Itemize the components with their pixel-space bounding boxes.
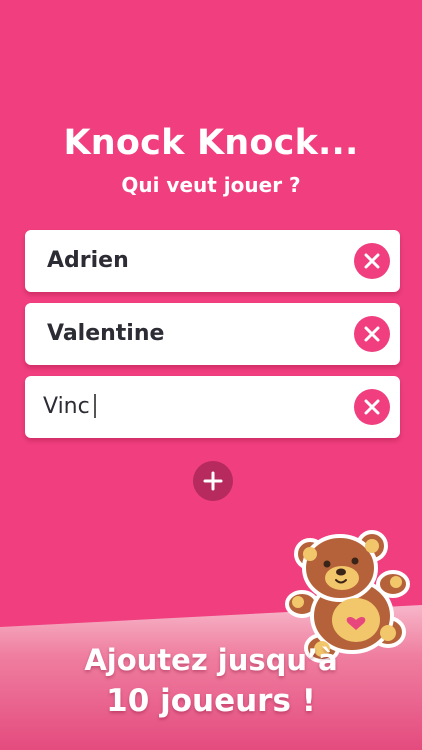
player-name-input-value[interactable]: Vinc (43, 394, 90, 419)
footer-line-1: Ajoutez jusqu’à (84, 643, 338, 677)
page-title: Knock Knock... (63, 123, 359, 163)
remove-player-button[interactable] (354, 316, 390, 352)
page-subtitle: Qui veut jouer ? (121, 173, 301, 197)
remove-player-button[interactable] (354, 243, 390, 279)
header: Knock Knock... Qui veut jouer ? (0, 118, 422, 200)
player-card: Valentine (25, 303, 400, 365)
close-icon (364, 253, 380, 269)
close-icon (364, 399, 380, 415)
footer-line-2: 10 joueurs ! (106, 683, 316, 719)
player-name-input[interactable]: Vinc (43, 376, 96, 438)
player-card: Adrien (25, 230, 400, 292)
text-caret (93, 393, 96, 418)
footer-message: Ajoutez jusqu’à 10 joueurs ! (0, 640, 422, 722)
player-name: Adrien (47, 248, 129, 273)
remove-player-button[interactable] (354, 389, 390, 425)
add-player-button[interactable] (193, 461, 233, 501)
player-input-card[interactable]: Vinc (25, 376, 400, 438)
close-icon (364, 326, 380, 342)
plus-icon (203, 471, 223, 491)
player-name: Valentine (47, 321, 165, 346)
